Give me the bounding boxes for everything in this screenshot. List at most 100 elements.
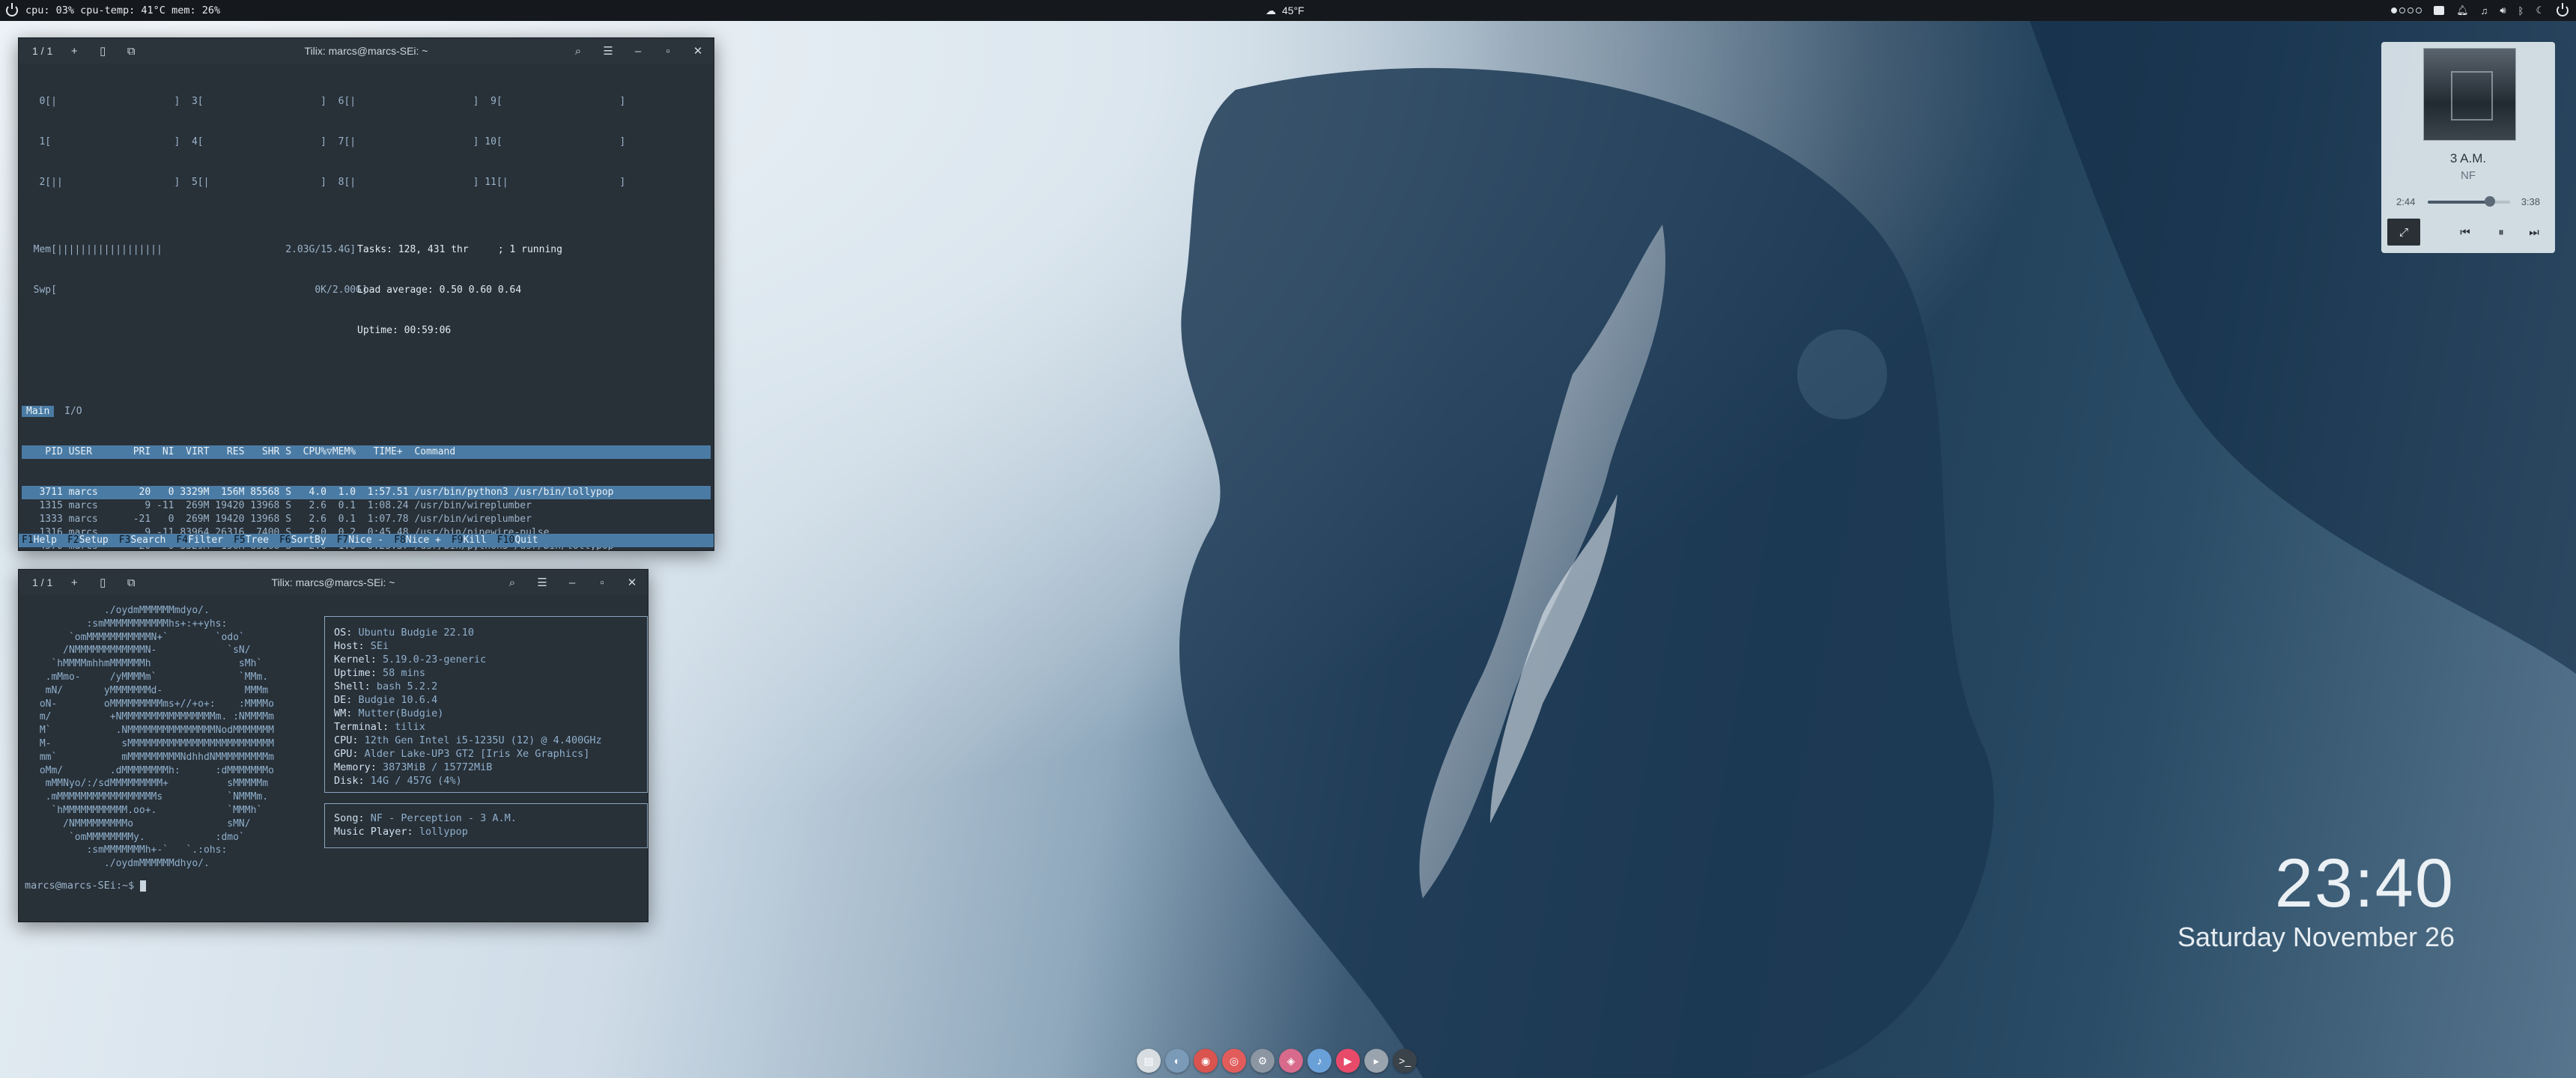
workspace-1[interactable]: [2391, 7, 2398, 13]
media-player-widget[interactable]: 3 A.M. NF 2:44 3:38 ⤢ ⏮ ⏸ ⏭: [2381, 42, 2555, 253]
process-row[interactable]: 1315 marcs 9 -11 269M 19420 13968 S 2.6 …: [22, 499, 711, 513]
info-value: bash 5.2.2: [376, 680, 438, 692]
system-info-row: Host: SEi: [325, 639, 647, 653]
clock-time: 23:40: [2274, 845, 2455, 922]
add-terminal-icon[interactable]: +: [67, 44, 81, 58]
weather-applet[interactable]: ☁ 45°F: [1266, 0, 1304, 21]
shell-prompt[interactable]: marcs@marcs-SEi:~$: [25, 880, 147, 892]
notification-bell-icon[interactable]: 🔔︎: [2456, 4, 2469, 16]
night-light-icon[interactable]: ☾: [2536, 4, 2545, 16]
workspace-switcher[interactable]: [2391, 7, 2422, 13]
minimize-icon[interactable]: –: [565, 576, 579, 589]
app-red-icon[interactable]: ◎: [1222, 1049, 1246, 1073]
fkey-action[interactable]: SortBy: [291, 535, 326, 546]
search-icon[interactable]: ⌕: [505, 576, 519, 589]
workspace-3[interactable]: [2408, 7, 2414, 13]
htop-content[interactable]: 0[| ] 3[ ] 6[| ] 9[ ] 1[ ] 4[ ] 7[| ] 10…: [19, 64, 714, 550]
info-value: 3873MiB / 15772MiB: [383, 761, 493, 773]
lollypop-icon[interactable]: ▶: [1336, 1049, 1360, 1073]
hamburger-menu-icon[interactable]: ☰: [601, 44, 615, 58]
ascii-art-line: ./oydmMMMMMMdhyo/.: [34, 858, 210, 870]
info-key: Kernel:: [334, 654, 377, 666]
pause-button[interactable]: ⏸: [2486, 219, 2516, 246]
function-key-bar[interactable]: F1Help F2Setup F3Search F4Filter F5Tree F6Sor…: [19, 534, 714, 547]
fkey-action[interactable]: Nice +: [406, 535, 441, 546]
album-cover: [2423, 48, 2516, 141]
add-terminal-icon[interactable]: +: [67, 576, 81, 589]
seek-knob[interactable]: [2484, 196, 2495, 207]
player-key: Music Player:: [334, 826, 413, 838]
tab-counter[interactable]: 1 / 1: [32, 576, 52, 588]
files-icon[interactable]: ▤: [1137, 1049, 1161, 1073]
detach-icon[interactable]: ⧉: [124, 576, 138, 589]
workspace-4[interactable]: [2416, 7, 2422, 13]
info-key: Host:: [334, 640, 365, 652]
ascii-art-line: .mMMMMMMMMMMMMMMMMMs `NMMMm.: [34, 791, 269, 803]
process-table-header[interactable]: PID USER PRI NI VIRT RES SHR S CPU%▽MEM%…: [22, 445, 711, 459]
power-icon[interactable]: [2557, 3, 2569, 16]
seek-bar[interactable]: [2428, 196, 2510, 207]
close-icon[interactable]: ✕: [625, 576, 639, 589]
workspace-2[interactable]: [2399, 7, 2406, 13]
ascii-art-line: ./oydmMMMMMMmdyo/.: [34, 605, 210, 616]
volume-icon[interactable]: 🔊︎: [2500, 4, 2506, 16]
previous-button[interactable]: ⏮: [2450, 219, 2480, 246]
media-icon[interactable]: ♫: [2481, 5, 2488, 16]
info-value: Ubuntu Budgie 22.10: [358, 627, 474, 639]
split-terminal-icon[interactable]: ▯: [96, 44, 109, 58]
audio-icon[interactable]: ♪: [1307, 1049, 1331, 1073]
song-info-box: Song: NF - Perception - 3 A.M. Music Pla…: [324, 803, 648, 848]
htop-titlebar[interactable]: 1 / 1 + ▯ ⧉ Tilix: marcs@marcs-SEi: ~ ⌕ …: [19, 38, 714, 64]
system-info-row: Shell: bash 5.2.2: [325, 680, 647, 693]
search-icon[interactable]: ⌕: [571, 44, 585, 58]
system-info-row: Kernel: 5.19.0-23-generic: [325, 653, 647, 666]
app-pink-icon[interactable]: ◈: [1279, 1049, 1303, 1073]
fkey-action[interactable]: Tree: [246, 535, 269, 546]
minimize-icon[interactable]: –: [631, 44, 645, 58]
maximize-icon[interactable]: ▫: [595, 576, 609, 589]
terminal-icon[interactable]: >_: [1393, 1049, 1417, 1073]
ascii-art-line: M- sMMMMMMMMMMMMMMMMMMMMMMMMM: [34, 737, 274, 749]
fkey-action[interactable]: Filter: [188, 535, 223, 546]
neofetch-titlebar[interactable]: 1 / 1 + ▯ ⧉ Tilix: marcs@marcs-SEi: ~ ⌕ …: [19, 570, 648, 595]
close-icon[interactable]: ✕: [691, 44, 705, 58]
folder-icon[interactable]: [2434, 6, 2445, 15]
fkey-action[interactable]: Search: [130, 535, 165, 546]
htop-terminal-window[interactable]: 1 / 1 + ▯ ⧉ Tilix: marcs@marcs-SEi: ~ ⌕ …: [18, 37, 714, 551]
detach-icon[interactable]: ⧉: [124, 44, 138, 58]
chrome-icon[interactable]: ◉: [1194, 1049, 1218, 1073]
ascii-art-line: `hMMMMmhhmMMMMMMh sMh`: [34, 658, 263, 670]
next-button[interactable]: ⏭: [2519, 219, 2549, 246]
fkey-action[interactable]: Nice -: [348, 535, 383, 546]
info-value: Alder Lake-UP3 GT2 [Iris Xe Graphics]: [364, 748, 590, 760]
system-info-row: GPU: Alder Lake-UP3 GT2 [Iris Xe Graphic…: [325, 747, 647, 761]
uptime: Uptime: 00:59:06: [357, 325, 452, 336]
fkey-action[interactable]: Quit: [514, 535, 538, 546]
neofetch-terminal-window[interactable]: 1 / 1 + ▯ ⧉ Tilix: marcs@marcs-SEi: ~ ⌕ …: [18, 569, 648, 922]
fkey-action[interactable]: Help: [34, 535, 57, 546]
hamburger-menu-icon[interactable]: ☰: [535, 576, 549, 589]
process-row-selected[interactable]: 3711 marcs 20 0 3329M 156M 85568 S 4.0 1…: [22, 486, 711, 499]
split-terminal-icon[interactable]: ▯: [96, 576, 109, 589]
tab-main[interactable]: Main: [22, 406, 55, 417]
settings-icon[interactable]: ⚙: [1251, 1049, 1275, 1073]
process-row[interactable]: 1333 marcs -21 0 269M 19420 13968 S 2.6 …: [22, 513, 711, 526]
fkey-label: F5: [234, 535, 246, 546]
info-value: 12th Gen Intel i5-1235U (12) @ 4.400GHz: [364, 734, 602, 746]
media-play-icon[interactable]: ▸: [1364, 1049, 1388, 1073]
fkey-action[interactable]: Kill: [464, 535, 487, 546]
bluetooth-icon[interactable]: ᛒ: [2518, 5, 2524, 16]
seek-bar-fill: [2428, 201, 2490, 204]
system-info-row: Memory: 3873MiB / 15772MiB: [325, 761, 647, 774]
desktop-clock: 23:40 Saturday November 26: [2178, 846, 2455, 954]
tab-io[interactable]: I/O: [60, 406, 86, 417]
system-info-row: CPU: 12th Gen Intel i5-1235U (12) @ 4.40…: [325, 734, 647, 747]
ascii-art-line: mN/ yMMMMMMMd- MMMm: [34, 684, 269, 696]
fkey-action[interactable]: Setup: [79, 535, 109, 546]
browser-icon[interactable]: ◐: [1165, 1049, 1189, 1073]
tab-counter[interactable]: 1 / 1: [32, 45, 52, 57]
top-panel: cpu: 03% cpu-temp: 41°C mem: 26% ☁ 45°F …: [0, 0, 2576, 21]
expand-button[interactable]: ⤢: [2387, 219, 2420, 246]
maximize-icon[interactable]: ▫: [661, 44, 675, 58]
budgie-menu-icon[interactable]: [6, 3, 18, 16]
